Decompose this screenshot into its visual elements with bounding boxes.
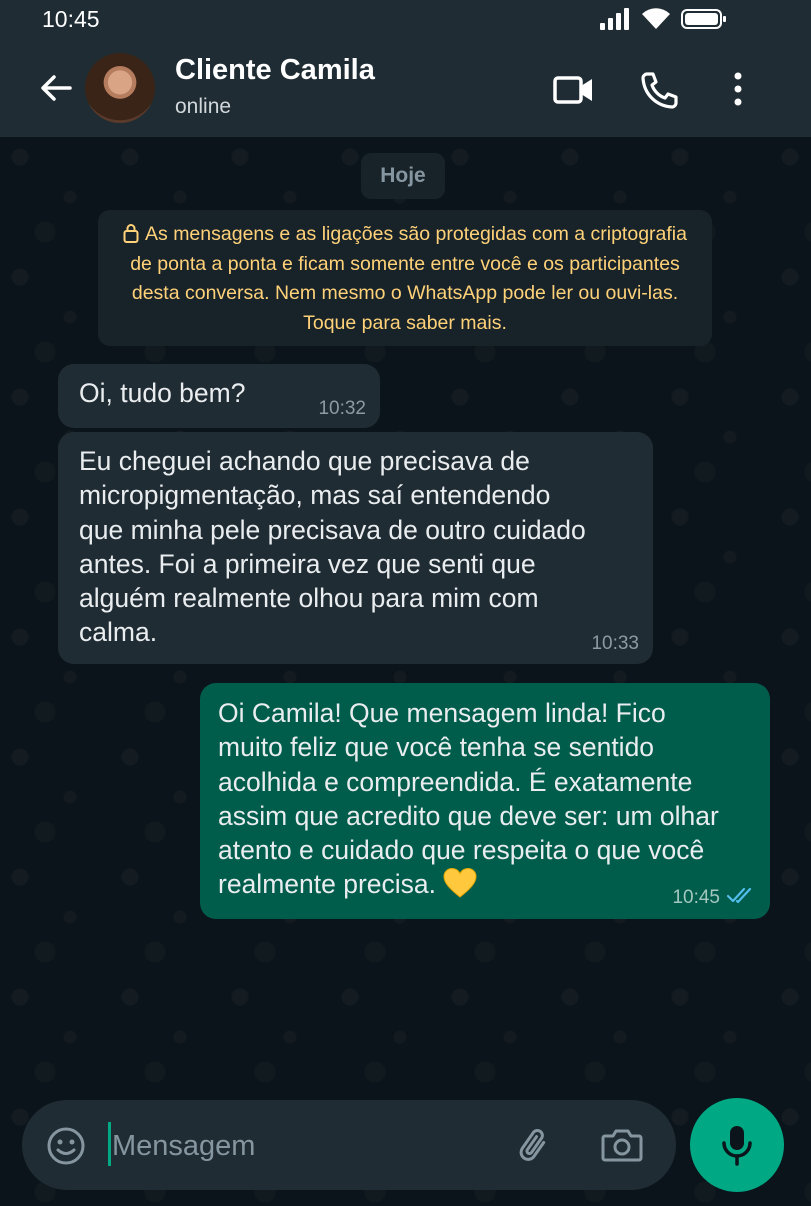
signal-icon (600, 8, 629, 30)
phone-icon[interactable] (638, 68, 682, 112)
double-check-icon (726, 887, 752, 904)
battery-icon (681, 9, 726, 29)
message-time: 10:32 (318, 398, 366, 419)
message-bubble[interactable]: Oi, tudo bem? 10:32 (58, 364, 380, 428)
video-camera-icon[interactable] (552, 68, 596, 112)
date-chip: Hoje (361, 153, 445, 199)
encryption-notice[interactable]: As mensagens e as ligações são protegida… (98, 210, 712, 346)
microphone-icon (722, 1126, 752, 1166)
chat-screen: 10:45 Cliente Camila online Hoje As mens… (0, 0, 811, 1206)
message-list[interactable]: Hoje As mensagens e as ligações são prot… (0, 137, 811, 1206)
camera-icon[interactable] (600, 1124, 644, 1166)
lock-icon (123, 224, 139, 243)
paperclip-icon[interactable] (514, 1124, 556, 1166)
message-bubble[interactable]: Eu cheguei achando que precisava de micr… (58, 432, 653, 664)
wifi-icon (642, 8, 670, 29)
kebab-menu-icon[interactable] (716, 68, 760, 112)
encryption-notice-text: As mensagens e as ligações são protegida… (130, 223, 687, 334)
contact-status: online (175, 95, 232, 118)
message-text: Eu cheguei achando que precisava de micr… (79, 446, 586, 648)
message-text: Oi, tudo bem? (79, 378, 246, 408)
message-text: Oi Camila! Que mensagem linda! Fico muit… (218, 696, 719, 902)
status-time: 10:45 (42, 6, 100, 32)
arrow-left-icon[interactable] (38, 70, 74, 106)
message-time: 10:33 (591, 633, 639, 654)
avatar[interactable] (85, 53, 155, 123)
message-time: 10:45 (672, 887, 720, 908)
status-icons (599, 8, 727, 30)
message-composer (22, 1100, 676, 1190)
message-bubble-outgoing[interactable]: Oi Camila! Que mensagem linda! Fico muit… (200, 683, 770, 919)
message-input[interactable] (110, 1120, 494, 1172)
chat-header: Cliente Camila online (0, 40, 811, 137)
mic-button[interactable] (690, 1098, 784, 1192)
yellow-heart-icon (443, 868, 477, 899)
status-bar: 10:45 (0, 0, 811, 40)
contact-name[interactable]: Cliente Camila (175, 54, 375, 87)
smiley-icon[interactable] (46, 1126, 86, 1166)
